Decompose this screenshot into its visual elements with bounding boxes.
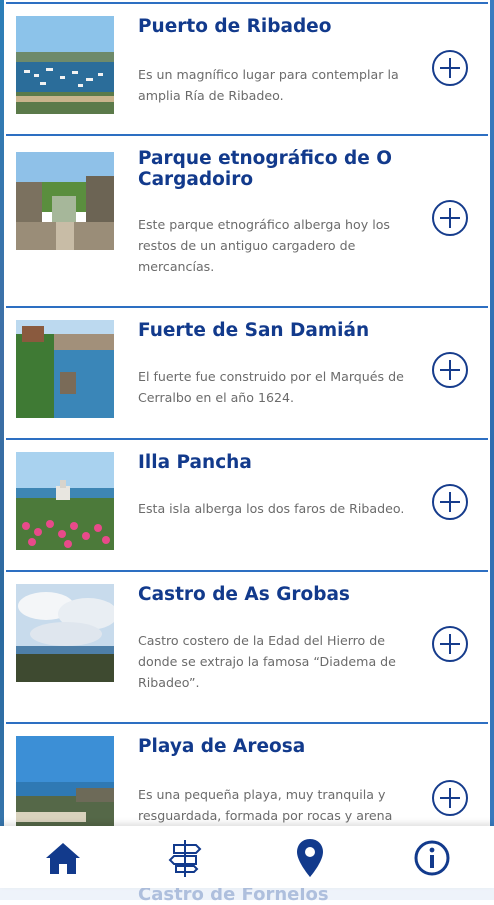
- signpost-icon[interactable]: [163, 836, 207, 880]
- expand-plus-icon[interactable]: [432, 484, 468, 520]
- place-title: Parque etnográfico de O Cargadoiro: [138, 148, 392, 190]
- place-title: Illa Pancha: [138, 452, 252, 473]
- place-photo-fuerte-san-damian: [16, 320, 114, 418]
- bottom-tab-bar: [0, 826, 494, 888]
- place-title: Puerto de Ribadeo: [138, 16, 332, 37]
- list-item[interactable]: Parque etnográfico de O Cargadoiro Este …: [6, 134, 488, 306]
- expand-plus-icon[interactable]: [432, 626, 468, 662]
- place-description: Es un magnífico lugar para contemplar la…: [138, 67, 399, 103]
- expand-plus-icon[interactable]: [432, 780, 468, 816]
- expand-plus-icon[interactable]: [432, 352, 468, 388]
- place-title: Castro de As Grobas: [138, 584, 350, 605]
- place-photo-playa-areosa: [16, 736, 114, 834]
- place-title: Fuerte de San Damián: [138, 320, 370, 341]
- place-title: Playa de Areosa: [138, 736, 306, 757]
- expand-plus-icon[interactable]: [432, 50, 468, 86]
- place-description: Esta isla alberga los dos faros de Ribad…: [138, 501, 405, 516]
- place-photo-illa-pancha: [16, 452, 114, 550]
- list-item[interactable]: Fuerte de San Damián El fuerte fue const…: [6, 306, 488, 438]
- place-photo-parque-cargadoiro: [16, 152, 114, 250]
- left-edge-background: [0, 0, 4, 900]
- list-item[interactable]: Puerto de Ribadeo Es un magnífico lugar …: [6, 2, 488, 132]
- list-item[interactable]: Castro de As Grobas Castro costero de la…: [6, 570, 488, 722]
- right-edge-background: [490, 0, 494, 900]
- place-description: El fuerte fue construido por el Marqués …: [138, 369, 404, 405]
- map-pin-icon[interactable]: [288, 836, 332, 880]
- place-photo-puerto-ribadeo: [16, 16, 114, 114]
- place-description: Castro costero de la Edad del Hierro de …: [138, 633, 396, 690]
- list-item[interactable]: Illa Pancha Esta isla alberga los dos fa…: [6, 438, 488, 570]
- expand-plus-icon[interactable]: [432, 200, 468, 236]
- place-photo-castro-grobas: [16, 584, 114, 682]
- place-description: Este parque etnográfico alberga hoy los …: [138, 217, 390, 274]
- info-icon[interactable]: [410, 836, 454, 880]
- home-icon[interactable]: [41, 836, 85, 880]
